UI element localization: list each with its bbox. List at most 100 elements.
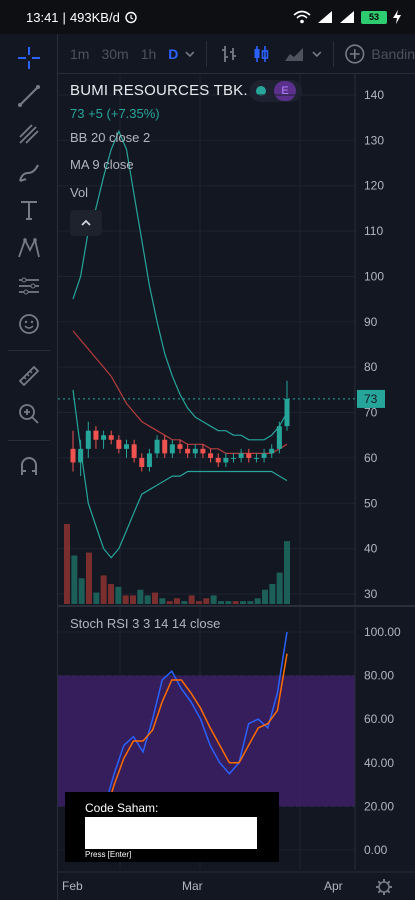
volume-bar-26 <box>254 598 261 604</box>
volume-bar-24 <box>240 601 246 604</box>
candle-body-21 <box>231 457 236 459</box>
price-tick-5: 90 <box>364 315 378 329</box>
candle-body-28 <box>284 398 290 427</box>
rsi-tick-0: 100.00 <box>364 625 401 639</box>
price-tick-11: 30 <box>364 587 378 601</box>
code-saham-panel: Code Saham: Press [Enter] <box>65 792 279 862</box>
rsi-tick-5: 0.00 <box>364 843 388 857</box>
candle-body-14 <box>177 444 183 449</box>
candle-body-7 <box>124 444 129 449</box>
candle-body-5 <box>108 435 114 440</box>
candle-body-15 <box>185 448 191 454</box>
candle-body-23 <box>246 453 252 458</box>
bb-params: 20 close 2 <box>90 130 151 145</box>
symbol-title: BUMI RESOURCES TBK. <box>70 82 248 99</box>
bb-label: BB <box>70 130 88 145</box>
volume-bar-12 <box>152 592 158 604</box>
volume-bar-8 <box>122 595 129 604</box>
volume-bar-19 <box>203 598 210 604</box>
volume-bar-29 <box>276 572 283 604</box>
price-tick-2: 120 <box>364 179 384 193</box>
volume-bar-3 <box>86 552 92 604</box>
vol-legend[interactable]: Vol <box>70 185 88 200</box>
volume-bar-14 <box>166 601 173 604</box>
last-price-label: 73 <box>364 392 378 406</box>
volume-bar-7 <box>115 586 122 604</box>
candle-body-8 <box>131 444 137 458</box>
ma-legend[interactable]: MA 9 close <box>70 157 134 172</box>
time-label-mar: Mar <box>182 879 203 893</box>
price-tick-0: 140 <box>364 88 384 102</box>
volume-bar-5 <box>100 575 107 604</box>
settings-gear-icon[interactable] <box>376 879 392 895</box>
volume-bar-4 <box>93 592 100 604</box>
gear-tooth-7 <box>386 880 391 885</box>
candle-body-6 <box>116 439 122 449</box>
gear-ring <box>378 881 390 893</box>
candle-body-25 <box>261 453 267 458</box>
candle-body-16 <box>192 448 198 454</box>
code-saham-input[interactable] <box>85 817 257 849</box>
candle-body-20 <box>223 457 229 463</box>
candle-body-12 <box>162 439 168 454</box>
bb-upper-line <box>72 129 288 441</box>
volume-bar-30 <box>284 541 290 604</box>
rsi-tick-3: 40.00 <box>364 756 394 770</box>
volume-bar-23 <box>232 601 239 604</box>
stoch-rsi-params: 3 3 14 14 close <box>132 616 221 631</box>
volume-bar-6 <box>108 584 114 604</box>
price-tick-1: 130 <box>364 133 384 147</box>
volume-bar-16 <box>181 601 188 604</box>
press-enter-hint: Press [Enter] <box>85 850 132 859</box>
candle-body-4 <box>101 435 107 440</box>
volume-bar-18 <box>196 601 202 604</box>
candle-body-13 <box>169 444 175 454</box>
price-tick-3: 110 <box>364 224 383 238</box>
ma-label: MA <box>70 157 89 172</box>
volume-bar-2 <box>78 578 85 604</box>
candle-body-11 <box>154 439 160 454</box>
candle-body-10 <box>146 453 152 467</box>
bb-basis-line <box>72 330 288 454</box>
chevron-up-icon <box>81 219 91 226</box>
candle-body-27 <box>276 426 282 449</box>
gear-tooth-5 <box>377 880 382 885</box>
candle-body-9 <box>139 457 145 467</box>
volume-bar-22 <box>225 601 232 604</box>
volume-bar-17 <box>188 595 195 604</box>
candle-body-3 <box>93 430 99 440</box>
change-text: +5 (+7.35%) <box>88 106 160 121</box>
volume-bar-10 <box>137 589 144 604</box>
candle-body-22 <box>238 453 244 458</box>
stoch-rsi-label: Stoch RSI <box>70 616 129 631</box>
time-label-apr: Apr <box>324 879 343 893</box>
volume-bar-25 <box>247 601 254 604</box>
candle-body-0 <box>70 448 76 463</box>
price-tick-6: 80 <box>364 360 378 374</box>
bb-legend[interactable]: BB 20 close 2 <box>70 130 150 145</box>
volume-bar-20 <box>210 595 217 604</box>
stoch-rsi-legend[interactable]: Stoch RSI 3 3 14 14 close <box>70 616 220 631</box>
price-tick-4: 100 <box>364 269 384 283</box>
volume-bar-28 <box>269 584 276 604</box>
price-chart[interactable]: 1401301201101009080706050403073100.0080.… <box>0 0 415 900</box>
volume-bar-9 <box>130 595 136 604</box>
volume-bar-21 <box>218 601 224 604</box>
stoch-rsi-band <box>58 675 355 807</box>
code-saham-label: Code Saham: <box>85 801 159 815</box>
gear-tooth-3 <box>377 889 382 894</box>
candle-body-24 <box>253 457 259 459</box>
volume-bar-13 <box>159 598 166 604</box>
candle-body-18 <box>208 453 214 458</box>
candle-body-1 <box>78 448 84 463</box>
volume-bar-0 <box>64 524 70 604</box>
rsi-tick-1: 80.00 <box>364 669 394 683</box>
volume-bar-27 <box>262 589 268 604</box>
price-tick-10: 40 <box>364 542 378 556</box>
price-tick-8: 60 <box>364 451 378 465</box>
candle-body-2 <box>85 430 91 449</box>
collapse-legend-button[interactable] <box>70 210 102 236</box>
candle-body-19 <box>215 457 221 463</box>
rsi-tick-4: 20.00 <box>364 799 394 813</box>
price-tick-9: 50 <box>364 496 378 510</box>
